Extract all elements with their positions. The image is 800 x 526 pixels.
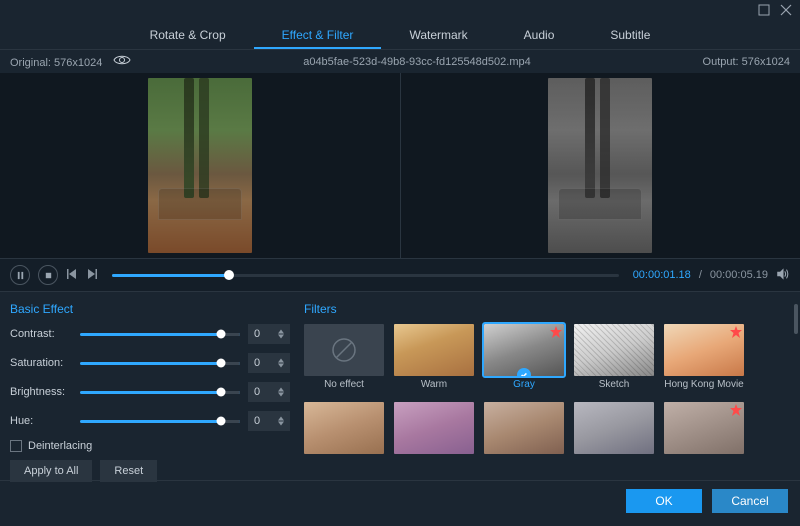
tab-subtitle[interactable]: Subtitle — [582, 22, 678, 49]
filter-sketch[interactable]: Sketch — [574, 324, 654, 390]
chevron-down-icon[interactable] — [278, 363, 284, 368]
output-thumbnail — [548, 78, 652, 253]
apply-to-all-button[interactable]: Apply to All — [10, 460, 92, 482]
hue-slider[interactable] — [80, 420, 240, 423]
saturation-input[interactable]: 0 — [248, 353, 290, 373]
filter-warm[interactable]: Warm — [394, 324, 474, 390]
time-duration: 00:00:05.19 — [710, 269, 768, 281]
brightness-label: Brightness: — [10, 386, 72, 398]
stop-button[interactable] — [38, 265, 58, 285]
hue-input[interactable]: 0 — [248, 411, 290, 431]
basic-effect-title: Basic Effect — [10, 302, 290, 316]
filter-item[interactable] — [484, 402, 564, 454]
filename-label: a04b5fae-523d-49b8-93cc-fd125548d502.mp4 — [303, 56, 531, 68]
brightness-slider[interactable] — [80, 391, 240, 394]
timeline-slider[interactable] — [112, 274, 619, 277]
hue-label: Hue: — [10, 415, 72, 427]
filters-title: Filters — [304, 302, 790, 316]
chevron-down-icon[interactable] — [278, 392, 284, 397]
volume-icon[interactable] — [776, 267, 790, 284]
filter-item[interactable] — [394, 402, 474, 454]
favorite-star-icon[interactable] — [730, 326, 742, 341]
deinterlacing-label: Deinterlacing — [28, 440, 92, 452]
ok-button[interactable]: OK — [626, 489, 702, 513]
next-frame-button[interactable] — [86, 268, 98, 283]
original-resolution-label: Original: 576x1024 — [10, 57, 102, 69]
time-sep: / — [699, 269, 702, 281]
filter-hong-kong-movie[interactable]: Hong Kong Movie — [664, 324, 744, 390]
filter-gray[interactable]: Gray — [484, 324, 564, 390]
maximize-icon[interactable] — [758, 4, 770, 19]
chevron-down-icon[interactable] — [278, 334, 284, 339]
deinterlacing-checkbox[interactable] — [10, 440, 22, 452]
reset-button[interactable]: Reset — [100, 460, 157, 482]
filter-item[interactable] — [664, 402, 744, 454]
favorite-star-icon[interactable] — [730, 404, 742, 419]
prev-frame-button[interactable] — [66, 268, 78, 283]
output-resolution-label: Output: 576x1024 — [703, 56, 790, 68]
original-thumbnail — [148, 78, 252, 253]
cancel-button[interactable]: Cancel — [712, 489, 788, 513]
original-preview — [0, 73, 401, 258]
saturation-label: Saturation: — [10, 357, 72, 369]
filter-item[interactable] — [574, 402, 654, 454]
selected-check-icon — [517, 368, 531, 376]
contrast-slider[interactable] — [80, 333, 240, 336]
time-current: 00:00:01.18 — [633, 269, 691, 281]
filter-no-effect[interactable]: No effect — [304, 324, 384, 390]
filter-item[interactable] — [304, 402, 384, 454]
close-icon[interactable] — [780, 4, 792, 19]
contrast-label: Contrast: — [10, 328, 72, 340]
favorite-star-icon[interactable] — [550, 326, 562, 341]
tab-rotate-crop[interactable]: Rotate & Crop — [122, 22, 254, 49]
tab-effect-filter[interactable]: Effect & Filter — [254, 22, 382, 49]
contrast-input[interactable]: 0 — [248, 324, 290, 344]
preview-toggle-icon[interactable] — [113, 54, 131, 66]
chevron-down-icon[interactable] — [278, 421, 284, 426]
pause-button[interactable] — [10, 265, 30, 285]
filters-scrollbar[interactable] — [794, 304, 798, 334]
brightness-input[interactable]: 0 — [248, 382, 290, 402]
output-preview — [401, 73, 800, 258]
tab-audio[interactable]: Audio — [496, 22, 583, 49]
saturation-slider[interactable] — [80, 362, 240, 365]
tab-watermark[interactable]: Watermark — [381, 22, 495, 49]
